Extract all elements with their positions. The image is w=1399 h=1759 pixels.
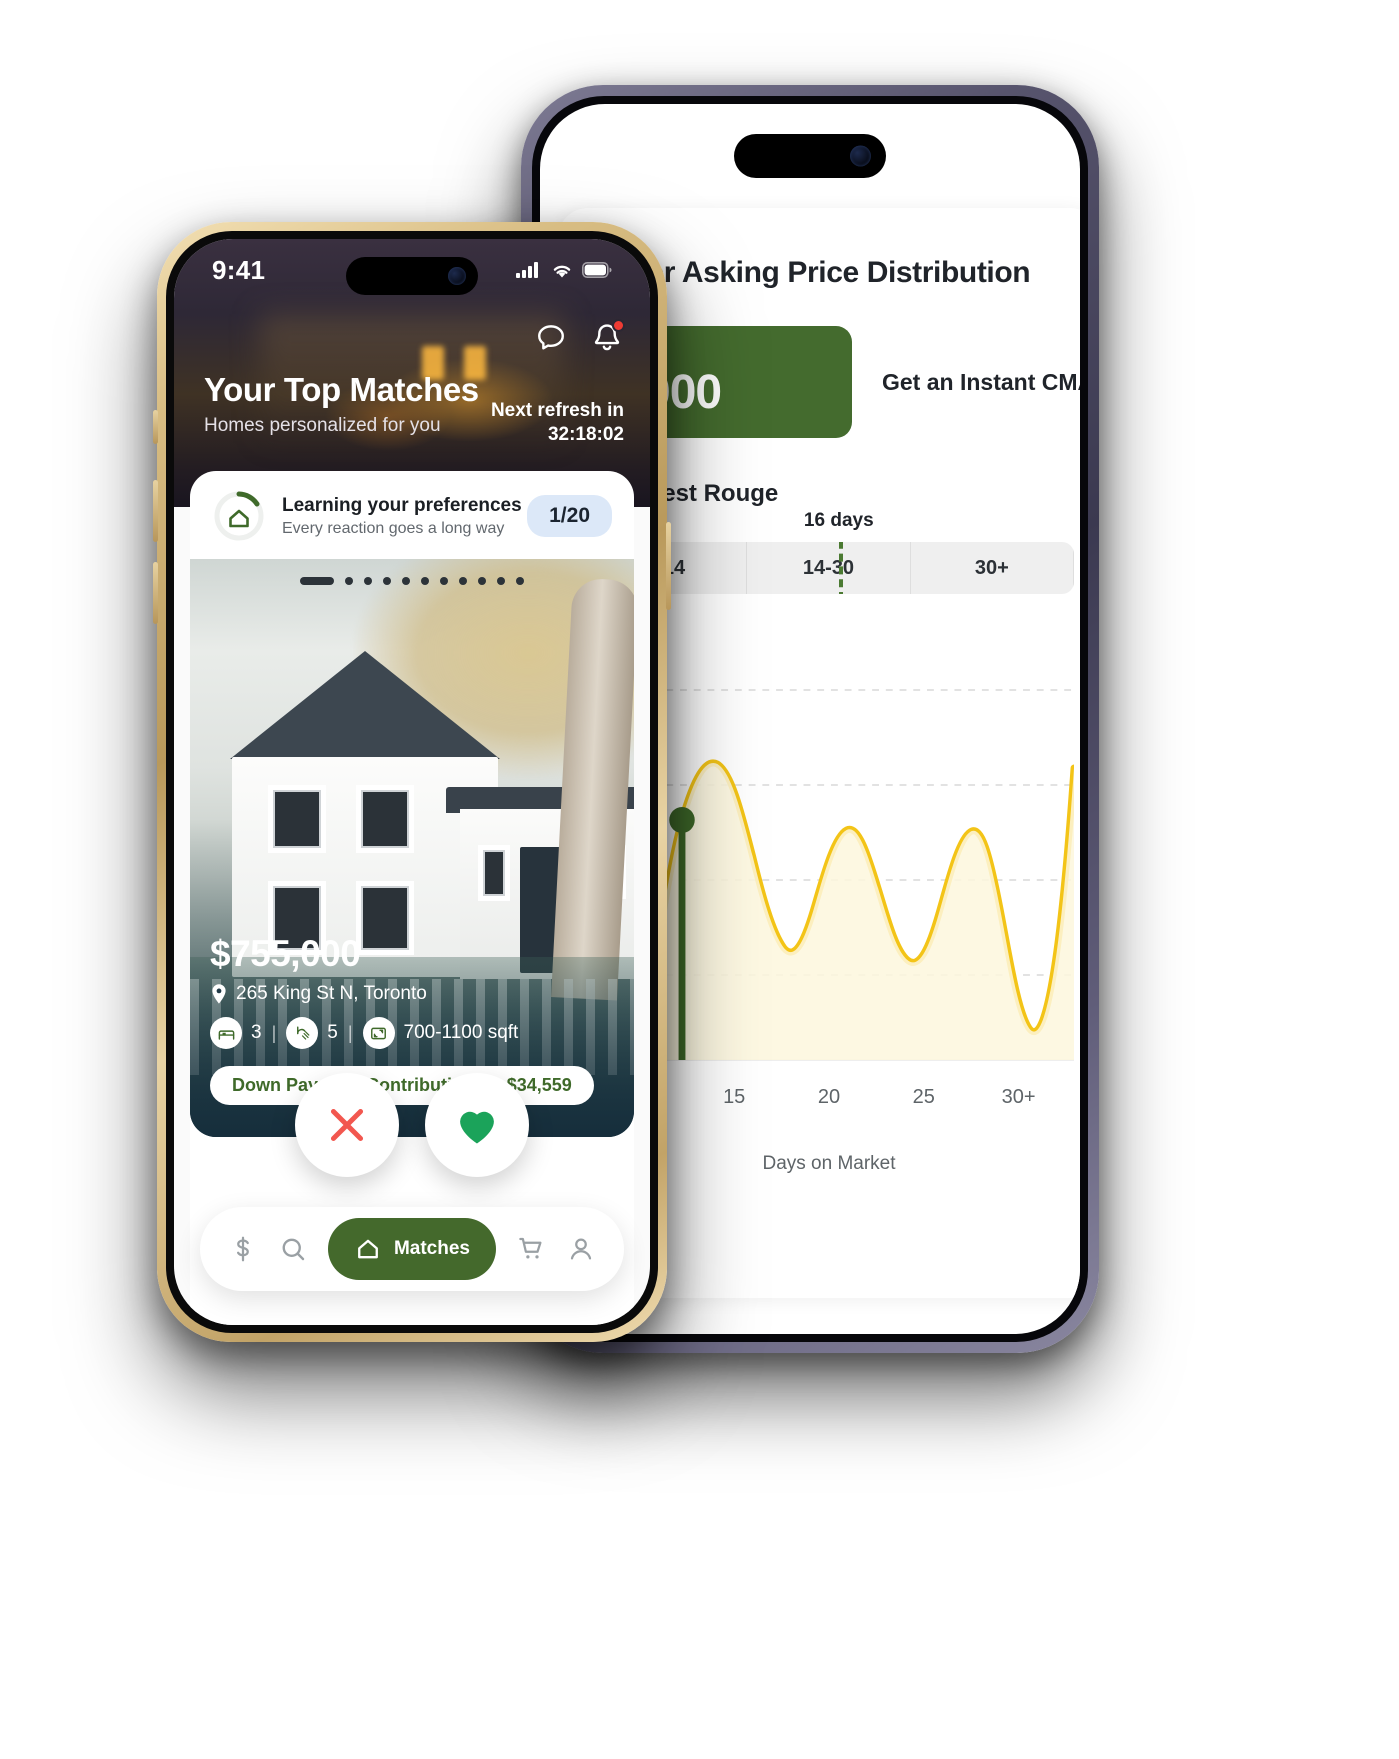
status-bar-time: 9:41 [212, 254, 266, 285]
learning-preferences-card: Learning your preferences Every reaction… [190, 471, 634, 559]
refresh-timer: 32:18:02 [547, 424, 624, 446]
page-title: Your Top Matches [204, 371, 479, 408]
front-camera-icon [850, 145, 871, 167]
listing-card[interactable]: $755,000 265 King St N, Toronto 3 | 5 | … [190, 559, 634, 1137]
carousel-dot[interactable] [345, 577, 353, 585]
spec-separator: | [347, 1022, 353, 1043]
tab-matches-label: Matches [393, 1238, 470, 1259]
reject-button[interactable] [295, 1073, 399, 1177]
instant-cma-link[interactable]: Get an Instant CMA > [882, 369, 1080, 396]
days-marker-label: 16 days [803, 510, 874, 531]
area-value: 700-1100 sqft [403, 1022, 519, 1043]
listing-address-row: 265 King St N, Toronto [210, 983, 518, 1005]
learning-title: Learning your preferences [282, 494, 522, 516]
mockup-stage: ction: e Over Asking Price Distribution … [0, 0, 1399, 1759]
bedrooms-value: 3 [251, 1022, 262, 1043]
hero-action-icons [534, 319, 625, 355]
dollar-sign-icon [236, 1236, 249, 1262]
battery-icon [582, 262, 612, 278]
carousel-dot[interactable] [516, 577, 524, 585]
chat-bubble-icon[interactable] [534, 321, 568, 355]
front-camera-icon [448, 267, 466, 285]
volume-down-button[interactable] [153, 562, 158, 624]
front-phone-bezel: 9:41 Your Top Matches Homes personalized… [166, 231, 658, 1333]
spec-separator: | [271, 1022, 277, 1043]
user-profile-icon [570, 1238, 592, 1260]
learning-count-badge: 1/20 [527, 495, 612, 537]
listing-address: 265 King St N, Toronto [236, 983, 427, 1004]
page-subtitle: Homes personalized for you [204, 415, 441, 436]
carousel-dot[interactable] [402, 577, 410, 585]
house-progress-ring-icon [212, 489, 266, 543]
carousel-dot[interactable] [421, 577, 429, 585]
refresh-countdown: Next refresh in 32:18:02 [491, 399, 624, 448]
report-eyebrow: ction: [586, 230, 1074, 254]
carousel-dot[interactable] [364, 577, 372, 585]
carousel-dot[interactable] [440, 577, 448, 585]
wifi-icon [553, 265, 571, 277]
carousel-dot[interactable] [383, 577, 391, 585]
learning-subtitle: Every reaction goes a long way [282, 519, 505, 537]
listing-photo [190, 559, 634, 1137]
volume-up-button[interactable] [153, 480, 158, 542]
hero-text-block: Your Top Matches Homes personalized for … [204, 371, 479, 437]
matches-sheet: Learning your preferences Every reaction… [190, 471, 634, 1325]
status-bar-indicators [516, 261, 612, 279]
bottom-tab-bar: Matches [200, 1207, 624, 1291]
area-icon [362, 1017, 395, 1049]
learning-text: Learning your preferences Every reaction… [282, 495, 527, 538]
carousel-dot[interactable] [497, 577, 505, 585]
carousel-dot-active[interactable] [300, 577, 334, 585]
notification-badge [612, 319, 625, 332]
listing-info: $755,000 265 King St N, Toronto 3 | 5 | … [210, 933, 518, 1049]
x-tick: 30+ [1001, 1086, 1036, 1108]
swipe-actions [174, 1073, 650, 1177]
spec-area: 700-1100 sqft [362, 1017, 519, 1049]
x-tick: 20 [817, 1086, 841, 1108]
listing-price: $755,000 [210, 933, 361, 974]
tab-cart[interactable] [516, 1234, 546, 1264]
dynamic-island [734, 134, 886, 178]
spec-bedrooms: 3 [210, 1017, 262, 1049]
tab-matches[interactable]: Matches [327, 1218, 496, 1280]
house-roof [230, 651, 500, 759]
home-icon [358, 1239, 378, 1259]
shopping-cart-icon [519, 1237, 542, 1259]
bed-icon [210, 1017, 242, 1049]
segment-cell[interactable]: 30+ [911, 542, 1074, 594]
x-tick: 15 [723, 1086, 746, 1108]
close-x-icon [330, 1108, 364, 1142]
tab-finance[interactable] [228, 1234, 258, 1264]
like-button[interactable] [425, 1073, 529, 1177]
front-phone-device: 9:41 Your Top Matches Homes personalized… [153, 222, 671, 1342]
x-tick: 25 [912, 1086, 935, 1108]
carousel-dot[interactable] [478, 577, 486, 585]
shower-icon [286, 1017, 319, 1049]
cellular-signal-icon [516, 262, 538, 278]
bathrooms-value: 5 [327, 1022, 338, 1043]
carousel-dots[interactable] [300, 577, 524, 585]
search-icon [282, 1238, 305, 1261]
days-marker-line [838, 542, 843, 594]
mute-switch[interactable] [153, 410, 158, 444]
notification-bell-icon[interactable] [590, 319, 625, 355]
tab-search[interactable] [278, 1234, 308, 1264]
refresh-label: Next refresh in [490, 400, 624, 421]
dynamic-island [346, 257, 478, 295]
front-phone-screen: 9:41 Your Top Matches Homes personalized… [174, 239, 650, 1325]
power-button[interactable] [666, 522, 671, 610]
listing-specs: 3 | 5 | 700-1100 sqft [210, 1017, 518, 1049]
segment-cell[interactable]: 14-30 [747, 542, 911, 594]
spec-bathrooms: 5 [286, 1017, 338, 1049]
heart-icon [460, 1111, 494, 1144]
map-pin-icon [212, 984, 226, 1004]
tab-profile[interactable] [566, 1234, 596, 1264]
carousel-dot[interactable] [459, 577, 467, 585]
chart-marker-dot [669, 807, 695, 833]
